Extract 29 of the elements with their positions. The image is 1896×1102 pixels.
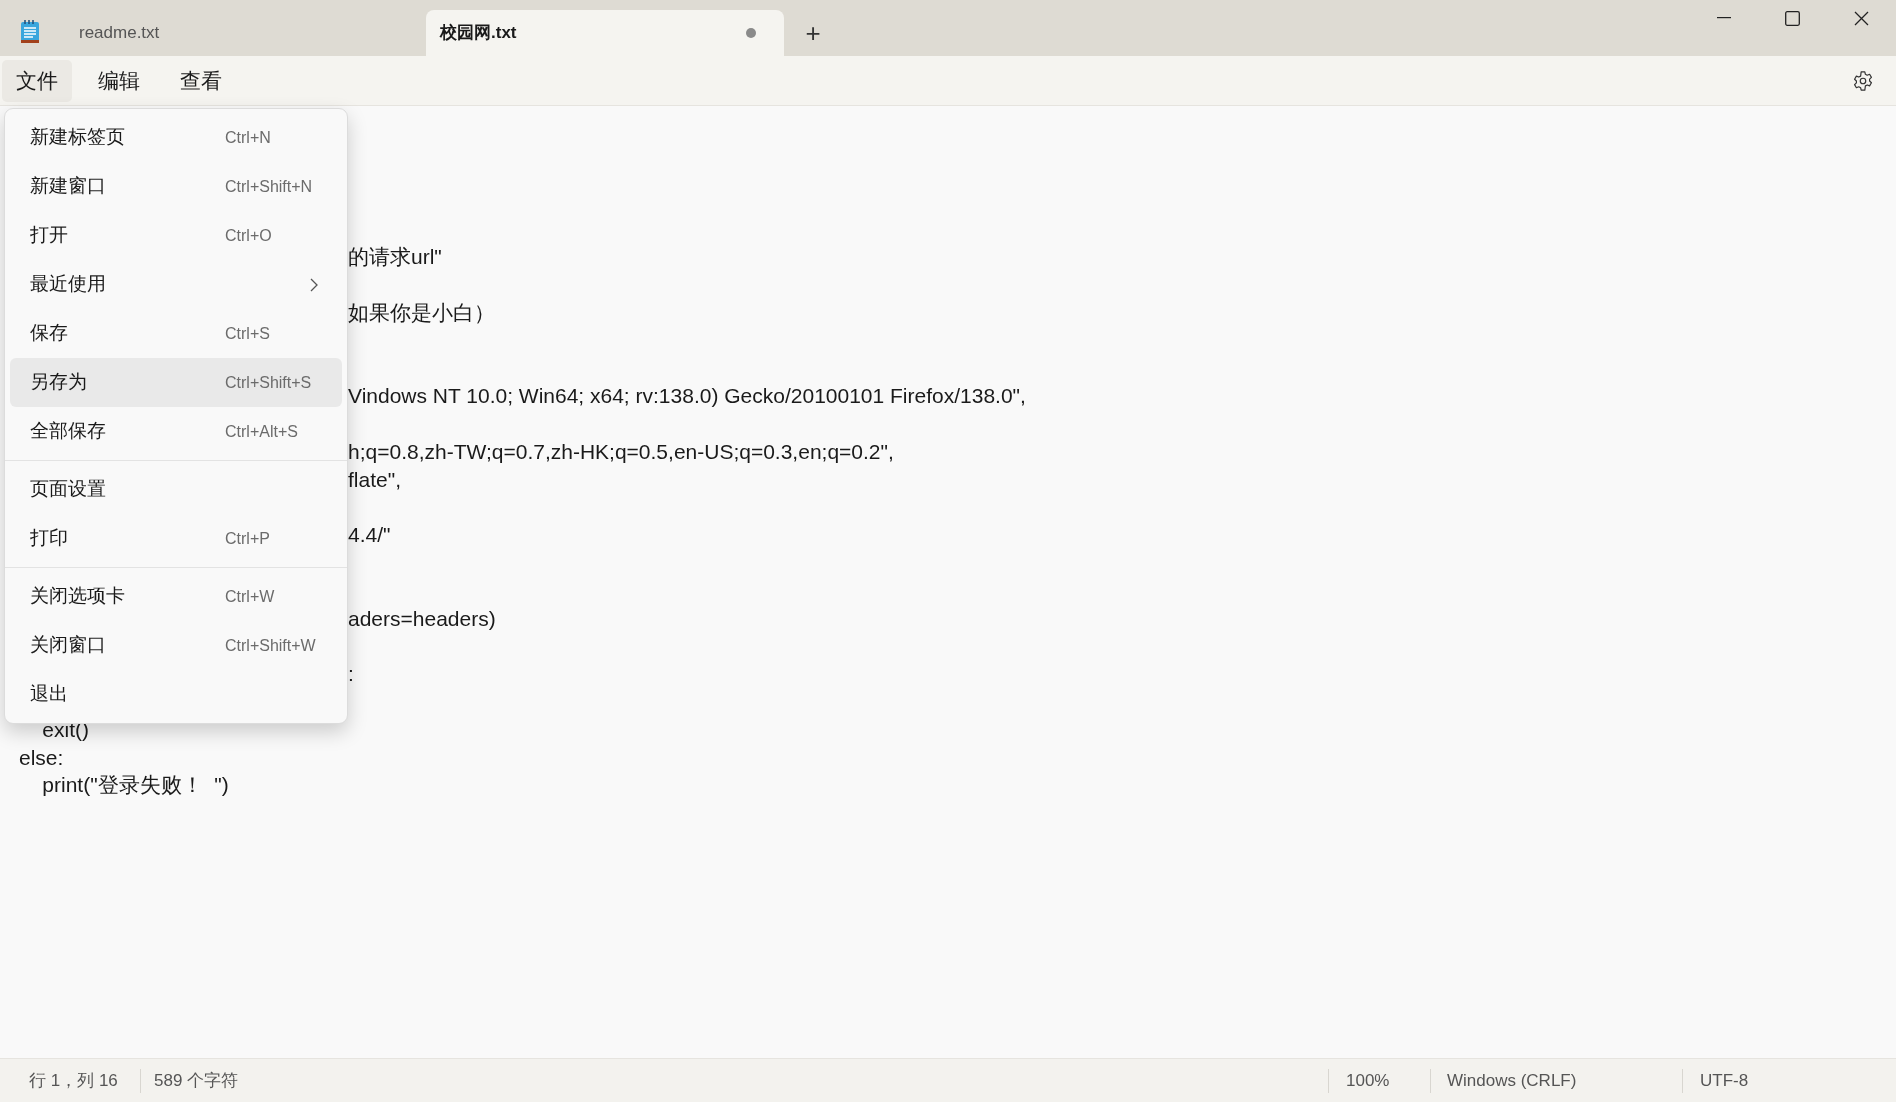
encoding: UTF-8 bbox=[1700, 1069, 1749, 1092]
code-line: 的请求url" bbox=[348, 245, 442, 269]
code-line: flate", bbox=[348, 467, 401, 491]
code-line: 如果你是小白） bbox=[348, 300, 495, 324]
menu-item[interactable]: 另存为 Ctrl+Shift+S bbox=[10, 358, 342, 407]
cursor-position: 行 1，列 16 bbox=[29, 1069, 118, 1092]
code-line: 4.4/" bbox=[348, 523, 391, 547]
character-count: 589 个字符 bbox=[154, 1069, 239, 1092]
chevron-right-icon bbox=[310, 277, 318, 292]
menu-item[interactable]: 查看 bbox=[166, 59, 236, 102]
tab[interactable]: readme.txt bbox=[60, 10, 420, 56]
settings-icon[interactable] bbox=[1852, 70, 1874, 92]
notepad-icon bbox=[20, 20, 40, 44]
code-line: aders=headers) bbox=[348, 606, 496, 630]
code-line: : bbox=[348, 662, 354, 686]
code-line: exit() bbox=[41, 717, 89, 741]
menu-item[interactable]: 编辑 bbox=[84, 59, 154, 102]
line-ending: Windows (CRLF) bbox=[1447, 1069, 1577, 1092]
code-line: h;q=0.8,zh-TW;q=0.7,zh-HK;q=0.5,en-US;q=0.3,en;q=0.2", bbox=[348, 439, 894, 463]
minimize-icon[interactable] bbox=[1716, 17, 1731, 19]
zoom-level: 100% bbox=[1346, 1069, 1390, 1092]
code-line: Vindows NT 10.0; Win64; x64; rv:138.0) Gecko/20100101 Firefox/138.0", bbox=[348, 384, 1026, 408]
code-line: print("登录失败！ ") bbox=[41, 773, 229, 797]
menu-item[interactable]: 文件 bbox=[2, 59, 72, 102]
tab[interactable]: 校园网.txt bbox=[426, 10, 784, 56]
close-icon[interactable] bbox=[1854, 10, 1869, 26]
new-tab-button[interactable]: + bbox=[784, 10, 842, 56]
code-line: else: bbox=[19, 745, 64, 769]
maximize-icon[interactable] bbox=[1785, 10, 1800, 26]
